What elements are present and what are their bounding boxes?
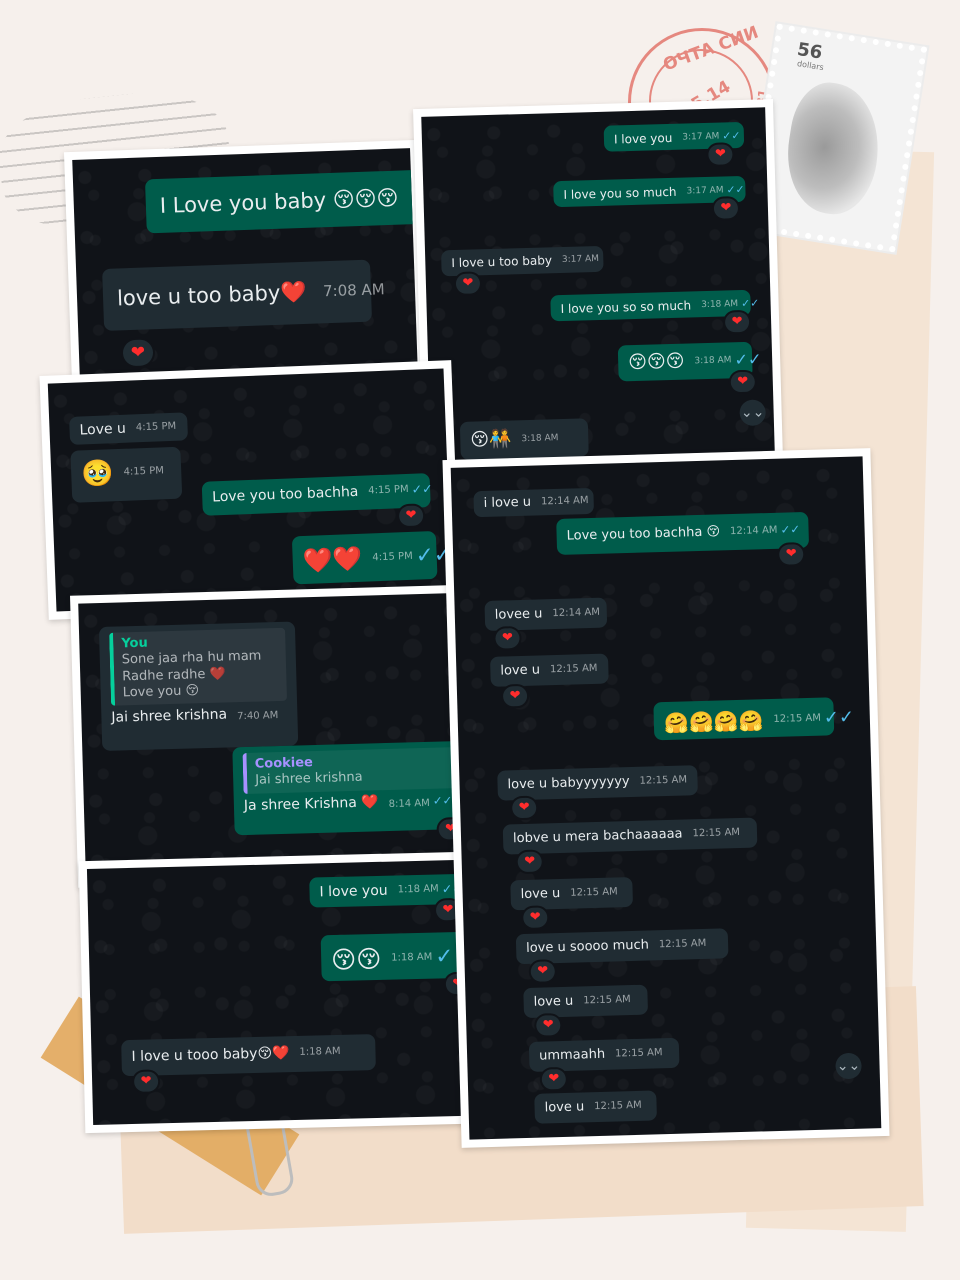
message-bubble[interactable]: 😚🧑‍🤝‍🧑 3:18 AM bbox=[459, 418, 589, 460]
scroll-down-icon[interactable]: ⌄⌄ bbox=[739, 399, 767, 427]
heart-reaction-icon[interactable]: ❤ bbox=[536, 1015, 561, 1036]
message-bubble[interactable]: love u 12:15 AM bbox=[534, 1090, 657, 1124]
heart-reaction-icon[interactable]: ❤ bbox=[517, 851, 543, 873]
heart-reaction-icon[interactable]: ❤ bbox=[133, 1071, 159, 1092]
reply-message-bubble[interactable]: You Sone jaa rha hu mam Radhe radhe ❤️ L… bbox=[98, 621, 299, 751]
message-bubble[interactable]: love u 12:15 AM bbox=[510, 876, 634, 911]
message-bubble[interactable]: Love you too bachha 😚 12:14 AM ✓✓ bbox=[556, 511, 810, 555]
heart-reaction-icon[interactable]: ❤ bbox=[778, 544, 804, 565]
message-bubble[interactable]: love u too baby❤️ 7:08 AM bbox=[102, 259, 385, 331]
message-bubble[interactable]: lobve u mera bachaaaaaa 12:15 AM bbox=[502, 817, 758, 855]
message-bubble[interactable]: I Love you baby 😚😚😚 bbox=[144, 169, 418, 234]
heart-reaction-icon[interactable]: ❤ bbox=[541, 1068, 567, 1090]
heart-reaction-icon[interactable]: ❤ bbox=[502, 685, 528, 707]
heart-reaction-icon[interactable]: ❤ bbox=[523, 907, 548, 929]
message-bubble[interactable]: love u babyyyyyyy 12:15 AM bbox=[497, 765, 698, 801]
heart-reaction-icon[interactable]: ❤ bbox=[708, 144, 733, 165]
heart-reaction-icon[interactable]: ❤ bbox=[455, 273, 481, 294]
reply-message-bubble[interactable]: Cookiee Jai shree krishna Ja shree Krish… bbox=[232, 740, 467, 836]
message-bubble[interactable]: Love u 4:15 PM bbox=[69, 412, 189, 445]
heart-reaction-icon[interactable]: ❤ bbox=[724, 311, 750, 333]
chat-screenshot-6: i love u 12:14 AM Love you too bachha 😚 12… bbox=[442, 448, 890, 1148]
message-bubble[interactable]: i love u 12:14 AM bbox=[473, 487, 595, 518]
message-bubble[interactable]: I love u tooo baby😚❤️ 1:18 AM bbox=[121, 1034, 376, 1077]
heart-reaction-icon[interactable]: ❤ bbox=[730, 371, 756, 393]
message-bubble[interactable]: 🤗🤗🤗🤗 12:15 AM ✓✓ bbox=[653, 697, 854, 741]
leaf-icon bbox=[778, 77, 888, 220]
message-bubble[interactable]: love u soooo much 12:15 AM bbox=[515, 928, 729, 965]
chat-screenshot-5: I love you1:18 AM✓✓ ❤ 😚😚1:18 AM✓✓ ❤ ⌄⌄ I… bbox=[78, 850, 510, 1134]
message-bubble[interactable]: ❤️❤️ 4:15 PM ✓✓ bbox=[291, 530, 452, 585]
message-bubble[interactable]: love u 12:15 AM bbox=[523, 984, 649, 1019]
message-bubble[interactable]: lovee u 12:14 AM bbox=[484, 597, 608, 631]
heart-reaction-icon[interactable]: ❤ bbox=[713, 198, 739, 219]
message-bubble[interactable]: Love you too bachha 4:15 PM ✓✓ bbox=[201, 473, 433, 516]
heart-reaction-icon[interactable]: ❤ bbox=[495, 628, 520, 649]
chat-screenshot-1: I Love you baby 😚😚😚 love u too baby❤️ 7:… bbox=[63, 139, 427, 391]
message-bubble[interactable]: I love u too baby 3:17 AM bbox=[440, 245, 604, 277]
heart-reaction-icon[interactable]: ❤ bbox=[511, 797, 537, 819]
message-bubble[interactable]: ummaahh 12:15 AM bbox=[528, 1037, 680, 1072]
message-bubble[interactable]: love u 12:15 AM bbox=[489, 653, 609, 687]
heart-reaction-icon[interactable]: ❤ bbox=[122, 339, 154, 367]
chat-screenshot-4: You Sone jaa rha hu mam Radhe radhe ❤️ L… bbox=[70, 584, 490, 888]
quoted-message[interactable]: You Sone jaa rha hu mam Radhe radhe ❤️ L… bbox=[109, 627, 288, 706]
chat-screenshot-3: Love u 4:15 PM 🥹 4:15 PM Love you too bach… bbox=[39, 360, 461, 620]
quoted-message[interactable]: Cookiee Jai shree krishna bbox=[242, 747, 456, 794]
scroll-down-icon[interactable]: ⌄⌄ bbox=[835, 1052, 862, 1080]
message-bubble[interactable]: 🥹 4:15 PM bbox=[70, 446, 183, 503]
chat-screenshot-2: I love you 3:17 AM ✓✓ ❤ I love you so much… bbox=[413, 99, 783, 469]
message-bubble[interactable]: I love you so so much 3:18 AM ✓✓ bbox=[550, 289, 759, 322]
heart-reaction-icon[interactable]: ❤ bbox=[530, 961, 556, 982]
heart-reaction-icon[interactable]: ❤ bbox=[398, 505, 424, 527]
